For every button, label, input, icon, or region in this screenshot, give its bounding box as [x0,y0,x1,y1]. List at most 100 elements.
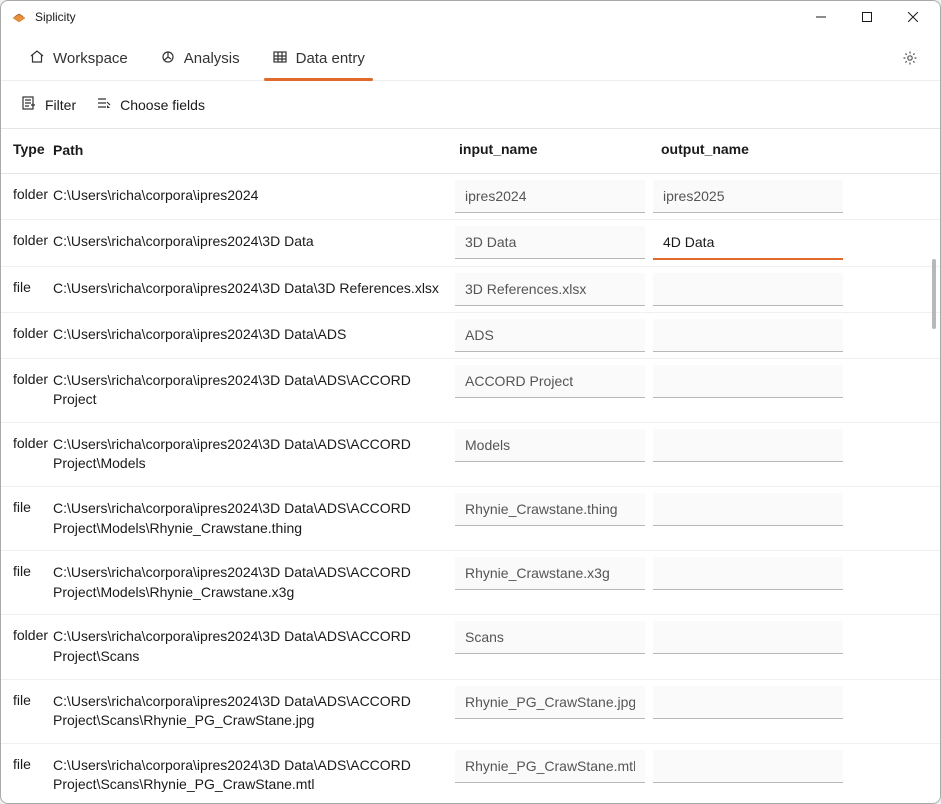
cell-type: file [1,744,53,784]
cell-type: folder [1,423,53,463]
output-name-field[interactable] [653,493,843,526]
column-header-input-name[interactable]: input_name [451,129,649,173]
cell-path: C:\Users\richa\corpora\ipres2024\3D Data… [53,423,451,486]
cell-output-name [649,551,847,596]
tab-data-entry[interactable]: Data entry [256,39,381,80]
input-name-field[interactable] [455,319,645,352]
tab-analysis[interactable]: Analysis [144,39,256,80]
cell-type: folder [1,313,53,353]
cell-output-name [649,174,847,219]
input-name-field[interactable] [455,180,645,213]
cell-type: folder [1,174,53,214]
column-header-type[interactable]: Type [1,129,53,173]
table-row: folderC:\Users\richa\corpora\ipres2024\3… [1,313,940,359]
cell-path: C:\Users\richa\corpora\ipres2024\3D Data… [53,551,451,614]
table-row: folderC:\Users\richa\corpora\ipres2024\3… [1,615,940,679]
cell-output-name [649,615,847,660]
input-name-field[interactable] [455,621,645,654]
output-name-field[interactable] [653,365,843,398]
output-name-field[interactable] [653,621,843,654]
cell-input-name [451,220,649,265]
table-row: folderC:\Users\richa\corpora\ipres2024\3… [1,220,940,267]
output-name-field[interactable] [653,750,843,783]
tab-label: Data entry [296,50,365,67]
app-window: Siplicity Workspace [0,0,941,804]
table-row: folderC:\Users\richa\corpora\ipres2024\3… [1,423,940,487]
cell-path: C:\Users\richa\corpora\ipres2024\3D Data [53,220,451,264]
table-row: folderC:\Users\richa\corpora\ipres2024\3… [1,359,940,423]
cell-path: C:\Users\richa\corpora\ipres2024\3D Data… [53,615,451,678]
input-name-field[interactable] [455,429,645,462]
cell-path: C:\Users\richa\corpora\ipres2024\3D Data… [53,313,451,357]
tool-label: Filter [45,97,76,113]
output-name-field[interactable] [653,273,843,306]
cell-output-name [649,220,847,266]
cell-output-name [649,487,847,532]
settings-button[interactable] [892,42,928,77]
data-grid: Type Path input_name output_name folderC… [1,129,940,803]
cell-output-name [649,744,847,789]
grid-body: folderC:\Users\richa\corpora\ipres2024fo… [1,174,940,803]
app-icon [11,9,27,25]
cell-input-name [451,680,649,725]
cell-input-name [451,359,649,404]
close-button[interactable] [890,2,936,32]
cell-output-name [649,267,847,312]
filter-icon [21,95,37,114]
cell-type: file [1,551,53,591]
fields-icon [96,95,112,114]
window-title: Siplicity [35,10,798,24]
cell-type: folder [1,220,53,260]
cell-input-name [451,174,649,219]
cell-type: folder [1,615,53,655]
input-name-field[interactable] [455,493,645,526]
input-name-field[interactable] [455,750,645,783]
cell-output-name [649,359,847,404]
cell-input-name [451,267,649,312]
input-name-field[interactable] [455,273,645,306]
titlebar[interactable]: Siplicity [1,1,940,33]
cell-input-name [451,487,649,532]
tool-label: Choose fields [120,97,205,113]
column-header-output-name[interactable]: output_name [649,129,847,173]
nav-tabs: Workspace Analysis Data entry [1,33,940,81]
table-row: fileC:\Users\richa\corpora\ipres2024\3D … [1,551,940,615]
cell-input-name [451,615,649,660]
grid-header-row: Type Path input_name output_name [1,129,940,174]
output-name-field[interactable] [653,686,843,719]
toolbar: Filter Choose fields [1,81,940,128]
input-name-field[interactable] [455,365,645,398]
cell-path: C:\Users\richa\corpora\ipres2024\3D Data… [53,487,451,550]
filter-button[interactable]: Filter [13,91,84,118]
content-area: Type Path input_name output_name folderC… [1,128,940,803]
tab-workspace[interactable]: Workspace [13,39,144,80]
table-row: fileC:\Users\richa\corpora\ipres2024\3D … [1,680,940,744]
choose-fields-button[interactable]: Choose fields [88,91,213,118]
cell-path: C:\Users\richa\corpora\ipres2024\3D Data… [53,744,451,803]
cell-type: file [1,680,53,720]
table-row: folderC:\Users\richa\corpora\ipres2024 [1,174,940,220]
input-name-field[interactable] [455,557,645,590]
scrollbar-thumb[interactable] [932,259,936,329]
output-name-field[interactable] [653,180,843,213]
minimize-button[interactable] [798,2,844,32]
tab-label: Analysis [184,50,240,67]
cell-input-name [451,313,649,358]
gear-icon [902,50,918,69]
maximize-button[interactable] [844,2,890,32]
cell-input-name [451,423,649,468]
column-header-path[interactable]: Path [53,129,451,173]
output-name-field[interactable] [653,429,843,462]
input-name-field[interactable] [455,226,645,259]
output-name-field[interactable] [653,226,843,260]
table-row: fileC:\Users\richa\corpora\ipres2024\3D … [1,267,940,313]
cell-output-name [649,680,847,725]
cell-path: C:\Users\richa\corpora\ipres2024 [53,174,451,218]
cell-path: C:\Users\richa\corpora\ipres2024\3D Data… [53,267,451,311]
input-name-field[interactable] [455,686,645,719]
output-name-field[interactable] [653,557,843,590]
analysis-icon [160,49,176,68]
output-name-field[interactable] [653,319,843,352]
cell-path: C:\Users\richa\corpora\ipres2024\3D Data… [53,680,451,743]
cell-type: file [1,487,53,527]
